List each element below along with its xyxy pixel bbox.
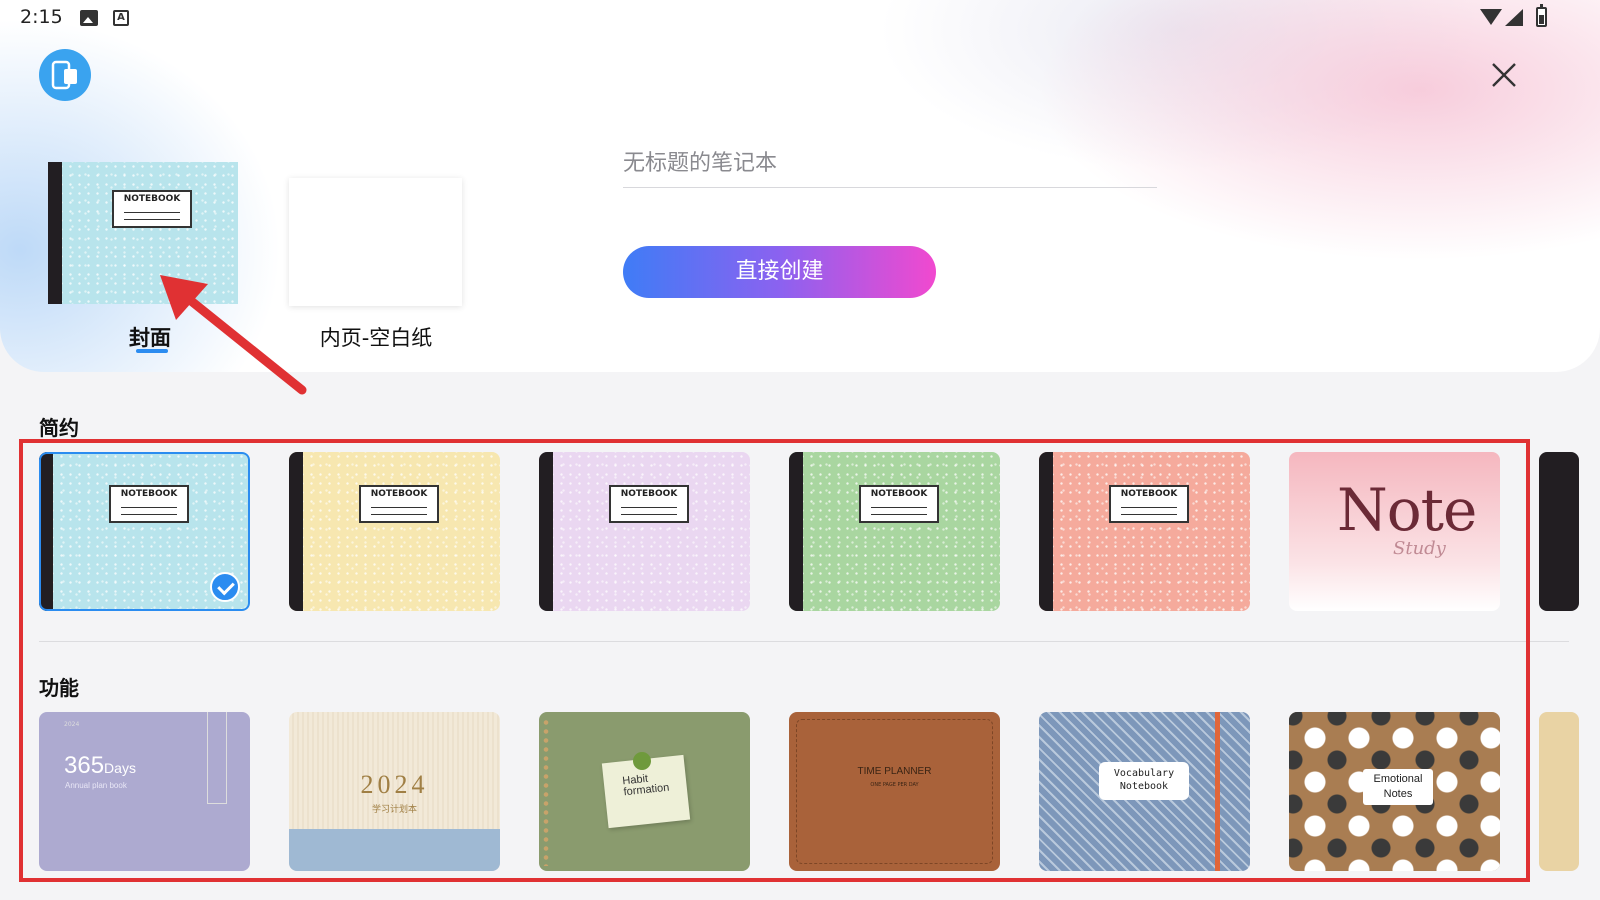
note-title: Note: [1337, 476, 1477, 544]
app-tablet-icon[interactable]: [39, 49, 91, 101]
wifi-icon: [1480, 9, 1502, 25]
cover-card-vocabulary[interactable]: Vocabulary Notebook: [1039, 712, 1250, 871]
cover-card-partial[interactable]: [1539, 452, 1579, 611]
cover-card-365days[interactable]: 2024 365Days Annual plan book: [39, 712, 250, 871]
create-button[interactable]: 直接创建: [623, 246, 936, 298]
cover-label: Vocabulary Notebook: [1099, 762, 1189, 800]
cover-spine: [289, 452, 303, 611]
notebook-label: NOTEBOOK: [609, 485, 689, 523]
cover-subtitle: ONE PAGE PER DAY: [870, 782, 919, 788]
tablet-icon: [51, 60, 77, 90]
notebook-label: NOTEBOOK: [1109, 485, 1189, 523]
cover-card-2024[interactable]: 2024 学习计划本: [289, 712, 500, 871]
cover-card-partial[interactable]: [1539, 712, 1579, 871]
section-heading-simple: 简约: [39, 416, 79, 440]
bookmark-ribbon: [207, 712, 227, 804]
spiral-binding: [542, 718, 550, 866]
pin-icon: [633, 752, 651, 770]
close-icon[interactable]: [1486, 57, 1522, 93]
cover-spine: [48, 162, 62, 304]
status-bar: 2:15 A: [0, 0, 1600, 36]
cover-card-habit[interactable]: Habit formation: [539, 712, 750, 871]
cover-card[interactable]: NOTEBOOK: [289, 452, 500, 611]
cover-spine: [789, 452, 803, 611]
signal-icon: [1505, 9, 1523, 26]
notebook-label: NOTEBOOK: [859, 485, 939, 523]
cover-spine: [539, 452, 553, 611]
cover-subtitle: 学习计划本: [371, 805, 417, 815]
cover-title: TIME PLANNER: [857, 766, 932, 777]
cover-card[interactable]: NOTEBOOK: [39, 452, 250, 611]
cover-year: 2024: [360, 770, 429, 799]
cover-spine: [1039, 452, 1053, 611]
cover-days: 365Days: [64, 752, 136, 779]
cover-card-note[interactable]: Note Study: [1289, 452, 1500, 611]
notebook-label: NOTEBOOK: [359, 485, 439, 523]
page-preview[interactable]: [289, 178, 462, 306]
text-a-icon: A: [113, 10, 129, 26]
cover-label: Emotional Notes: [1363, 769, 1433, 805]
stitch-border: [796, 719, 993, 864]
notebook-label: NOTEBOOK: [112, 190, 192, 228]
status-time: 2:15: [20, 6, 63, 28]
tab-inner-page[interactable]: 内页-空白纸: [300, 322, 452, 352]
cover-band: [289, 829, 500, 871]
check-icon: [210, 572, 240, 602]
note-subtitle: Study: [1393, 538, 1446, 559]
cover-card[interactable]: NOTEBOOK: [539, 452, 750, 611]
cover-card-time-planner[interactable]: TIME PLANNER ONE PAGE PER DAY: [789, 712, 1000, 871]
elastic-strap: [1215, 712, 1220, 871]
cover-subtitle: Annual plan book: [65, 781, 127, 790]
section-divider: [39, 641, 1569, 642]
cover-card-emotional[interactable]: Emotional Notes: [1289, 712, 1500, 871]
cover-card[interactable]: NOTEBOOK: [789, 452, 1000, 611]
image-icon: [80, 10, 98, 26]
section-heading-function: 功能: [39, 676, 79, 700]
battery-icon: [1536, 4, 1547, 27]
notebook-title-input[interactable]: [623, 140, 1157, 188]
cover-card[interactable]: NOTEBOOK: [1039, 452, 1250, 611]
cover-year: 2024: [64, 721, 80, 728]
annotation-arrow-icon: [160, 275, 307, 395]
